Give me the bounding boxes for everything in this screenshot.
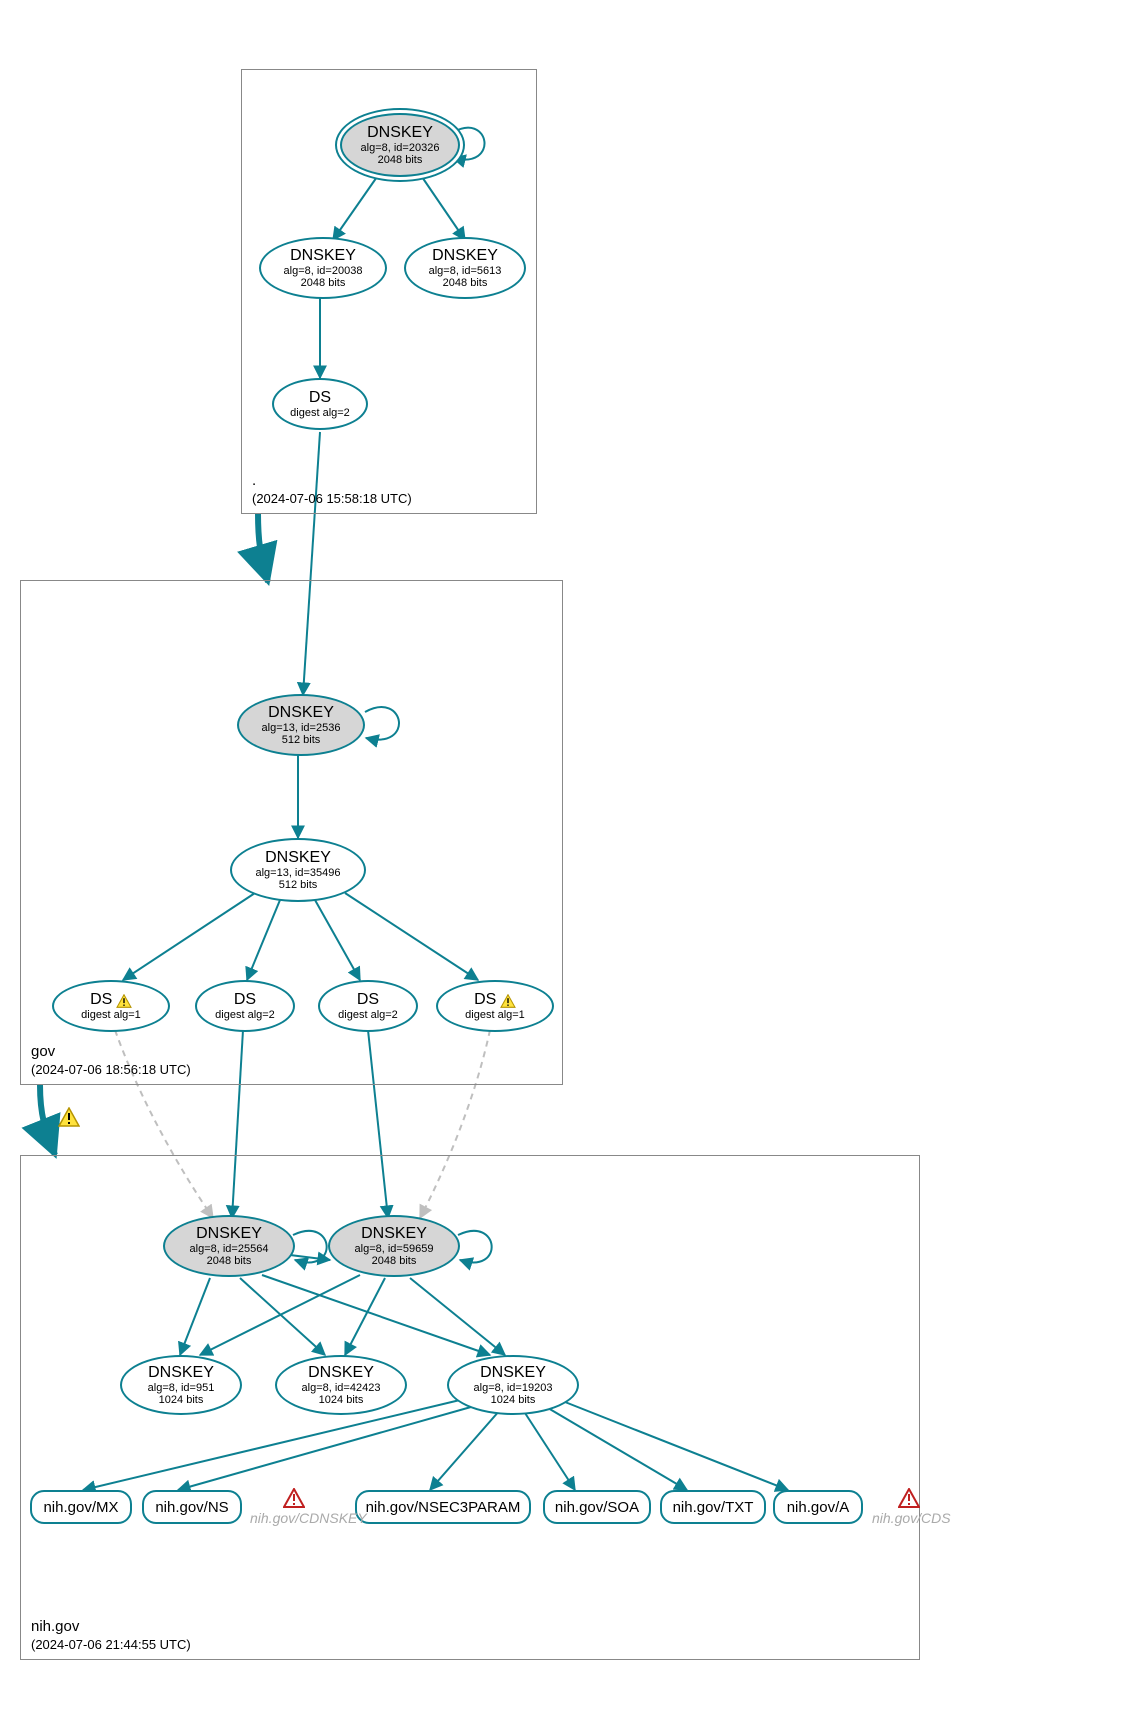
ds-gov-2[interactable]: DS digest alg=2	[195, 980, 295, 1032]
rr-a[interactable]: nih.gov/A	[773, 1490, 863, 1524]
rr-soa[interactable]: nih.gov/SOA	[543, 1490, 651, 1524]
dnskey-nih-ksk-59659[interactable]: DNSKEY alg=8, id=59659 2048 bits	[328, 1215, 460, 1277]
rr-mx[interactable]: nih.gov/MX	[30, 1490, 132, 1524]
dnskey-nih-zsk-19203[interactable]: DNSKEY alg=8, id=19203 1024 bits	[447, 1355, 579, 1415]
error-icon	[898, 1488, 920, 1508]
dnskey-root-ksk[interactable]: DNSKEY alg=8, id=20326 2048 bits	[340, 113, 460, 177]
ghost-cds: nih.gov/CDS	[872, 1510, 951, 1526]
ghost-cdnskey: nih.gov/CDNSKEY	[250, 1510, 367, 1526]
warning-icon	[116, 994, 132, 1008]
dnskey-nih-zsk-951[interactable]: DNSKEY alg=8, id=951 1024 bits	[120, 1355, 242, 1415]
zone-nih-ts: (2024-07-06 21:44:55 UTC)	[31, 1637, 191, 1653]
error-icon	[283, 1488, 305, 1508]
dnskey-gov-zsk[interactable]: DNSKEY alg=13, id=35496 512 bits	[230, 838, 366, 902]
ds-gov-3[interactable]: DS digest alg=2	[318, 980, 418, 1032]
dnskey-root-zsk-20038[interactable]: DNSKEY alg=8, id=20038 2048 bits	[259, 237, 387, 299]
zone-gov-name: gov	[31, 1043, 191, 1062]
zone-nih-name: nih.gov	[31, 1618, 191, 1637]
dnskey-nih-zsk-42423[interactable]: DNSKEY alg=8, id=42423 1024 bits	[275, 1355, 407, 1415]
zone-gov-ts: (2024-07-06 18:56:18 UTC)	[31, 1062, 191, 1078]
warning-icon	[500, 994, 516, 1008]
rr-ns[interactable]: nih.gov/NS	[142, 1490, 242, 1524]
ds-root-to-gov[interactable]: DS digest alg=2	[272, 378, 368, 430]
dnskey-nih-ksk-25564[interactable]: DNSKEY alg=8, id=25564 2048 bits	[163, 1215, 295, 1277]
zone-root-ts: (2024-07-06 15:58:18 UTC)	[252, 491, 412, 507]
ds-gov-4[interactable]: DS digest alg=1	[436, 980, 554, 1032]
zone-root-name: .	[252, 472, 412, 491]
rr-nsec3param[interactable]: nih.gov/NSEC3PARAM	[355, 1490, 531, 1524]
ds-gov-1[interactable]: DS digest alg=1	[52, 980, 170, 1032]
rr-txt[interactable]: nih.gov/TXT	[660, 1490, 766, 1524]
dnskey-root-zsk-5613[interactable]: DNSKEY alg=8, id=5613 2048 bits	[404, 237, 526, 299]
dnskey-gov-ksk[interactable]: DNSKEY alg=13, id=2536 512 bits	[237, 694, 365, 756]
warning-icon	[58, 1107, 80, 1127]
